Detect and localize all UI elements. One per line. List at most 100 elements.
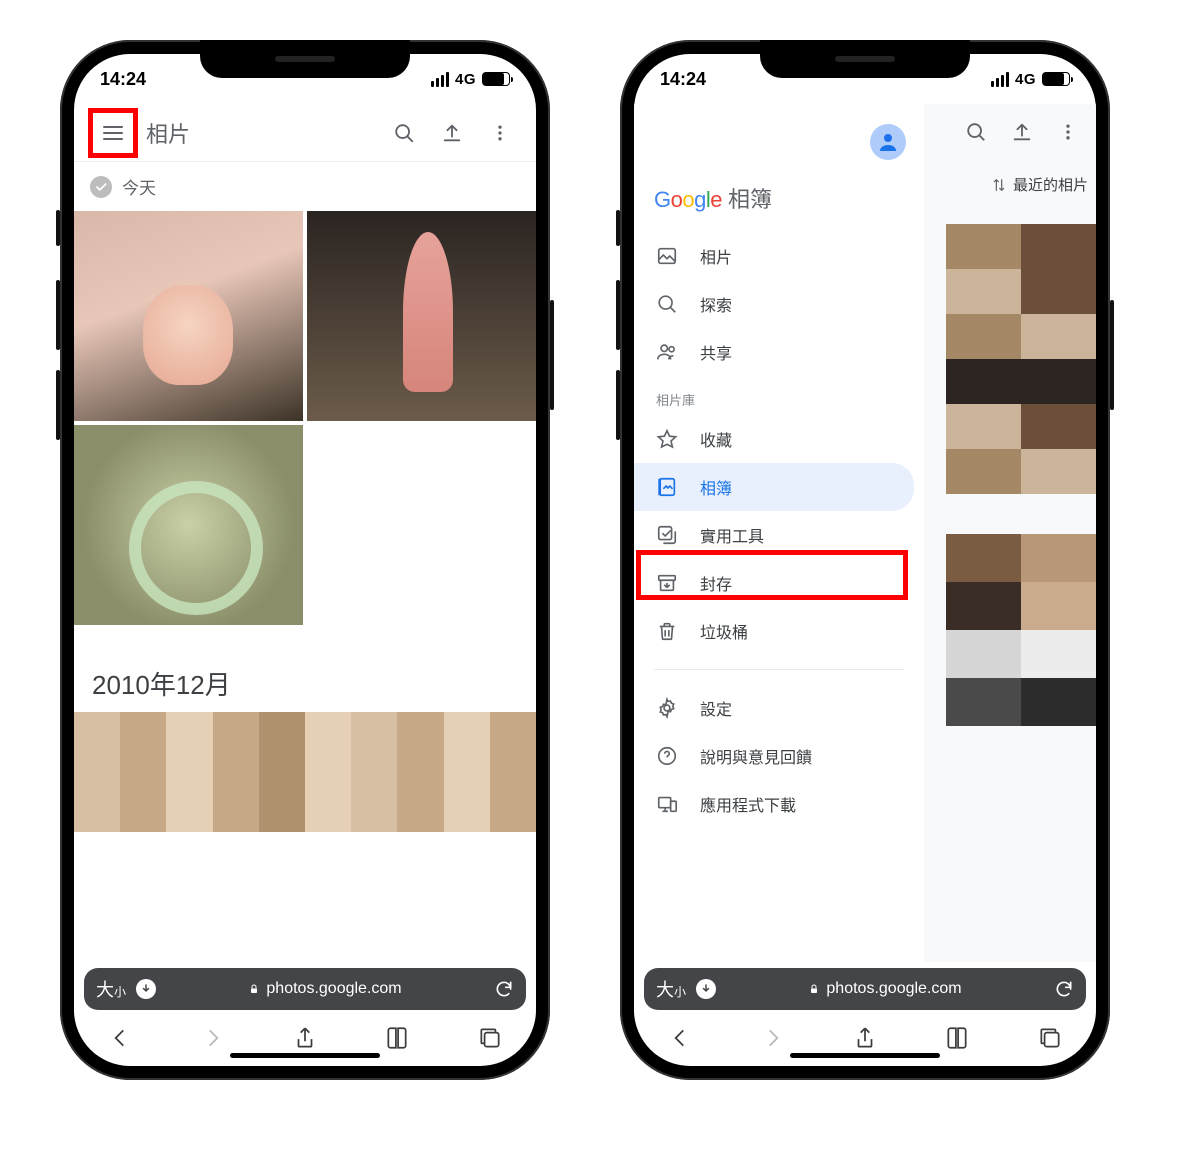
text-size-control[interactable]: 大小: [656, 976, 686, 1002]
reload-button[interactable]: [494, 979, 514, 999]
share-button[interactable]: [852, 1025, 878, 1051]
nav-item-settings[interactable]: 設定: [634, 684, 914, 732]
gear-icon: [656, 697, 678, 719]
nav-label: 垃圾桶: [700, 619, 748, 643]
home-indicator[interactable]: [790, 1053, 940, 1058]
date-section-title[interactable]: 2010年12月: [74, 635, 536, 712]
nav-item-favorites[interactable]: 收藏: [634, 415, 914, 463]
search-icon: [393, 122, 415, 144]
status-time: 14:24: [660, 69, 706, 90]
safari-address-bar[interactable]: 大小 photos.google.com: [84, 968, 526, 1010]
search-button[interactable]: [382, 111, 426, 155]
upload-button[interactable]: [1000, 110, 1044, 154]
safari-address-bar[interactable]: 大小 photos.google.com: [644, 968, 1086, 1010]
battery-icon: [482, 72, 510, 86]
nav-divider: [654, 669, 904, 670]
reload-icon: [494, 979, 514, 999]
brand-suffix: 相簿: [728, 182, 772, 214]
product-brand: Google 相簿: [634, 178, 924, 232]
forward-button[interactable]: [760, 1025, 786, 1051]
upload-button[interactable]: [430, 111, 474, 155]
app-header: 相片: [74, 104, 536, 162]
photo-thumbnail-blurred[interactable]: [74, 712, 536, 832]
notch: [760, 40, 970, 78]
menu-button[interactable]: [88, 108, 138, 158]
text-size-control[interactable]: 大小: [96, 976, 126, 1002]
photos-content[interactable]: 今天 2010年12月: [74, 162, 536, 962]
reload-button[interactable]: [1054, 979, 1074, 999]
bookmarks-button[interactable]: [944, 1025, 970, 1051]
people-icon: [656, 341, 678, 363]
nav-label: 探索: [700, 292, 732, 316]
sort-label: 最近的相片: [1013, 174, 1088, 195]
navigation-drawer: Google 相簿 相片 探索 共享 相片庫: [634, 104, 924, 962]
nav-item-sharing[interactable]: 共享: [634, 328, 914, 376]
nav-label: 收藏: [700, 427, 732, 451]
download-indicator-icon[interactable]: [696, 979, 716, 999]
search-icon: [965, 121, 987, 143]
url-text: photos.google.com: [826, 980, 961, 998]
photo-thumbnail[interactable]: [74, 425, 303, 625]
photo-placeholder: [307, 425, 536, 635]
nav-section-library: 相片庫: [634, 376, 924, 415]
more-vert-icon: [490, 123, 510, 143]
nav-label: 實用工具: [700, 523, 764, 547]
more-vert-icon: [1058, 122, 1078, 142]
nav-item-photos[interactable]: 相片: [634, 232, 914, 280]
network-label: 4G: [1015, 71, 1036, 88]
photo-thumbnail[interactable]: [74, 211, 303, 421]
select-day-check-icon[interactable]: [90, 176, 112, 198]
sort-control[interactable]: 最近的相片: [991, 174, 1088, 195]
nav-item-help[interactable]: 說明與意見回饋: [634, 732, 914, 780]
more-button[interactable]: [478, 111, 522, 155]
home-indicator[interactable]: [230, 1053, 380, 1058]
search-button[interactable]: [954, 110, 998, 154]
nav-item-trash[interactable]: 垃圾桶: [634, 607, 914, 655]
notch: [200, 40, 410, 78]
nav-label: 說明與意見回饋: [700, 744, 812, 768]
content-scrim[interactable]: 最近的相片: [924, 104, 1096, 962]
tabs-button[interactable]: [1037, 1025, 1063, 1051]
tabs-button[interactable]: [477, 1025, 503, 1051]
back-button[interactable]: [107, 1025, 133, 1051]
lock-icon: [808, 982, 820, 996]
signal-icon: [431, 72, 449, 87]
more-button[interactable]: [1046, 110, 1090, 154]
forward-button[interactable]: [200, 1025, 226, 1051]
status-time: 14:24: [100, 69, 146, 90]
download-indicator-icon[interactable]: [136, 979, 156, 999]
nav-label: 應用程式下載: [700, 792, 796, 816]
battery-icon: [1042, 72, 1070, 86]
nav-item-explore[interactable]: 探索: [634, 280, 914, 328]
star-icon: [656, 428, 678, 450]
photo-thumbnail-blurred: [946, 534, 1096, 726]
sort-arrows-icon: [991, 177, 1007, 193]
account-avatar[interactable]: [870, 124, 906, 160]
nav-label: 相簿: [700, 475, 732, 499]
lock-icon: [248, 982, 260, 996]
trash-icon: [656, 620, 678, 642]
image-icon: [656, 245, 678, 267]
book-icon: [944, 1025, 970, 1051]
nav-item-albums[interactable]: 相簿: [634, 463, 914, 511]
photo-thumbnail[interactable]: [307, 211, 536, 421]
nav-label: 相片: [700, 244, 732, 268]
upload-icon: [1011, 121, 1033, 143]
share-icon: [852, 1025, 878, 1051]
devices-icon: [656, 793, 678, 815]
album-icon: [656, 476, 678, 498]
check-square-icon: [656, 524, 678, 546]
photo-thumbnail-blurred: [946, 224, 1096, 494]
nav-label: 設定: [700, 696, 732, 720]
date-group-header[interactable]: 今天: [74, 162, 536, 211]
phone-frame-left: 14:24 4G 相片: [60, 40, 550, 1080]
book-icon: [384, 1025, 410, 1051]
back-button[interactable]: [667, 1025, 693, 1051]
bookmarks-button[interactable]: [384, 1025, 410, 1051]
nav-item-app-download[interactable]: 應用程式下載: [634, 780, 914, 828]
share-button[interactable]: [292, 1025, 318, 1051]
google-logo: Google: [654, 187, 722, 213]
help-icon: [656, 745, 678, 767]
network-label: 4G: [455, 71, 476, 88]
highlight-albums: [636, 550, 908, 600]
